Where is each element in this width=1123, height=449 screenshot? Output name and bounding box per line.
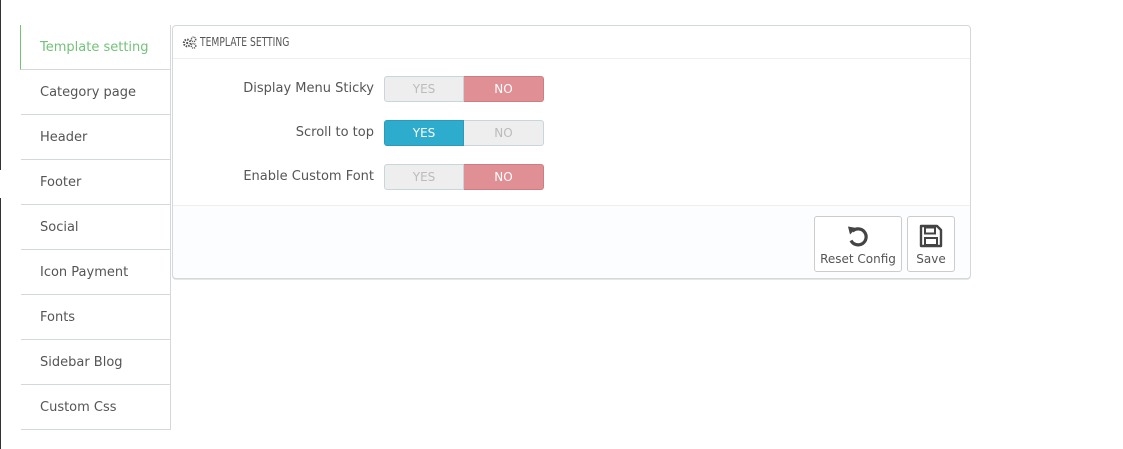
- sidebar-item-label: Custom Css: [40, 399, 117, 415]
- sidebar-item-label: Social: [40, 219, 79, 235]
- scroll-to-top-switch: YES NO: [384, 120, 545, 146]
- sidebar-item-social[interactable]: Social: [21, 205, 170, 250]
- sidebar-item-header[interactable]: Header: [21, 115, 170, 160]
- switch-no-option[interactable]: NO: [464, 120, 544, 146]
- settings-sidebar: Template setting Category page Header Fo…: [20, 25, 171, 430]
- switch-no-option[interactable]: NO: [464, 76, 544, 102]
- reset-config-button[interactable]: Reset Config: [814, 216, 902, 272]
- panel-footer: Reset Config Save: [173, 205, 970, 278]
- panel-title: TEMPLATE SETTING: [200, 35, 290, 49]
- switch-yes-option[interactable]: YES: [384, 120, 464, 146]
- panel-heading: TEMPLATE SETTING: [173, 26, 970, 59]
- display-menu-sticky-switch: YES NO: [384, 76, 545, 102]
- sidebar-item-label: Header: [40, 129, 88, 145]
- field-label: Enable Custom Font: [243, 169, 374, 184]
- sidebar-item-fonts[interactable]: Fonts: [21, 295, 170, 340]
- sidebar-item-sidebar-blog[interactable]: Sidebar Blog: [21, 340, 170, 385]
- sidebar-item-label: Category page: [40, 84, 136, 100]
- field-enable-custom-font: Enable Custom Font YES NO: [173, 164, 970, 190]
- switch-no-option[interactable]: NO: [464, 164, 544, 190]
- save-button[interactable]: Save: [907, 216, 955, 272]
- left-edge-line: [0, 0, 1, 170]
- switch-yes-option[interactable]: YES: [384, 76, 464, 102]
- sidebar-item-category-page[interactable]: Category page: [21, 70, 170, 115]
- sidebar-item-label: Template setting: [40, 39, 149, 55]
- field-display-menu-sticky: Display Menu Sticky YES NO: [173, 76, 970, 102]
- field-scroll-to-top: Scroll to top YES NO: [173, 120, 970, 146]
- field-label: Display Menu Sticky: [243, 81, 374, 96]
- undo-icon: [848, 226, 868, 247]
- floppy-disk-icon: [919, 224, 943, 248]
- reset-config-label: Reset Config: [820, 252, 896, 266]
- save-label: Save: [916, 252, 946, 266]
- sidebar-item-label: Footer: [40, 174, 82, 190]
- sidebar-item-custom-css[interactable]: Custom Css: [21, 385, 170, 430]
- template-setting-panel: TEMPLATE SETTING Display Menu Sticky YES…: [172, 25, 971, 279]
- sidebar-item-label: Fonts: [40, 309, 76, 325]
- cogs-icon: [182, 35, 197, 49]
- sidebar-item-template-setting[interactable]: Template setting: [20, 25, 170, 70]
- field-label: Scroll to top: [295, 125, 374, 140]
- sidebar-item-footer[interactable]: Footer: [21, 160, 170, 205]
- sidebar-item-label: Sidebar Blog: [40, 354, 123, 370]
- switch-yes-option[interactable]: YES: [384, 164, 464, 190]
- sidebar-item-icon-payment[interactable]: Icon Payment: [21, 250, 170, 295]
- sidebar-item-label: Icon Payment: [40, 264, 129, 280]
- enable-custom-font-switch: YES NO: [384, 164, 545, 190]
- left-edge-line: [0, 198, 1, 449]
